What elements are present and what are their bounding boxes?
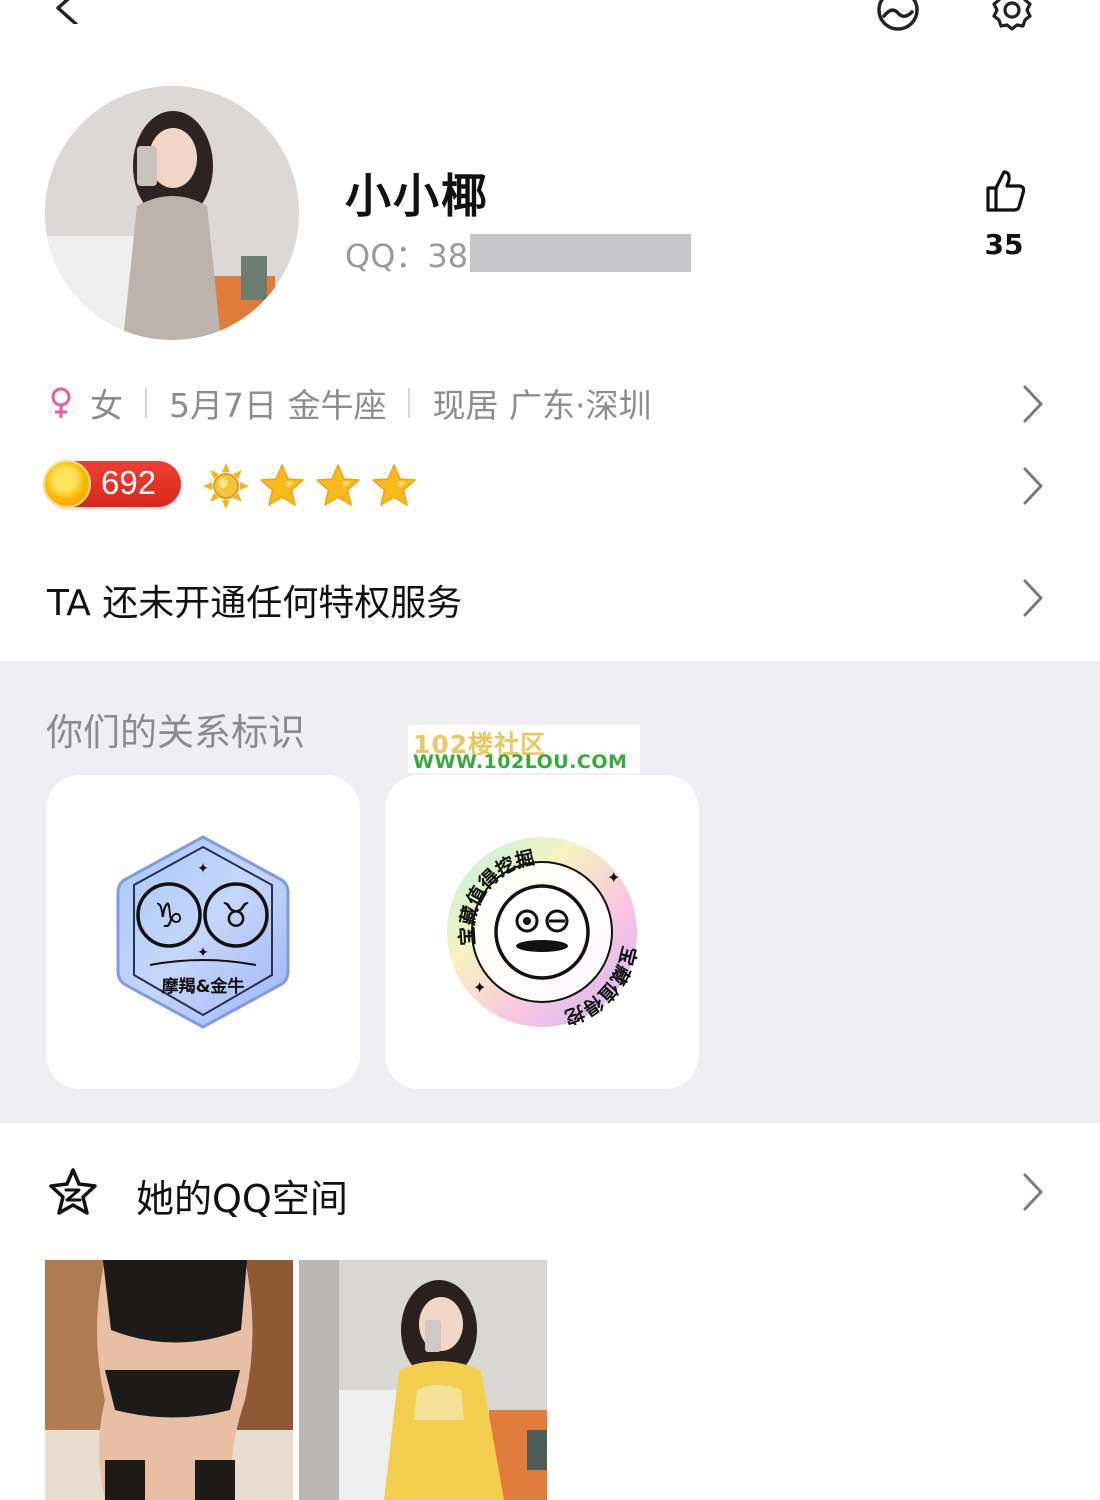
qzone-title[interactable]: 她的QQ空间: [136, 1168, 348, 1223]
coin-icon: [43, 460, 91, 508]
settings-gear-icon[interactable]: [988, 0, 1036, 34]
divider: [145, 388, 147, 418]
level-value: 692: [101, 464, 157, 501]
qzone-photo[interactable]: [299, 1260, 547, 1500]
svg-text:✦: ✦: [197, 861, 209, 877]
back-chevron-icon[interactable]: [50, 0, 84, 24]
qq-label: QQ：: [345, 237, 428, 275]
gender-text: 女: [90, 386, 123, 425]
qzone-photo[interactable]: [45, 1260, 293, 1500]
qzone-photo-image: [45, 1260, 293, 1500]
svg-text:✦: ✦: [197, 945, 209, 961]
treasure-badge: ✦ ✦ 宝藏值得挖掘 宝藏值得挖掘: [375, 757, 641, 1029]
theme-icon[interactable]: [874, 0, 922, 34]
privilege-text[interactable]: TA 还未开通任何特权服务: [47, 574, 462, 626]
svg-text:♑: ♑: [154, 896, 184, 936]
qq-number: QQ：38: [345, 231, 468, 277]
sun-icon: [203, 463, 249, 509]
divider: [408, 388, 411, 418]
svg-text:✦: ✦: [473, 978, 486, 997]
like-count: 35: [984, 228, 1024, 261]
zodiac-badge: ♑ ♉ ✦ ✦: [116, 835, 290, 1029]
location-text: 现居 广东·深圳: [432, 386, 652, 425]
avatar[interactable]: [45, 86, 299, 340]
qq-redaction: [470, 234, 691, 272]
chevron-right-icon[interactable]: [1020, 577, 1046, 619]
star-icon: [372, 464, 416, 506]
level-badge[interactable]: 692: [43, 460, 181, 508]
birthday-text: 5月7日 金牛座: [169, 386, 387, 425]
svg-text:♉: ♉: [221, 896, 251, 936]
profile-info-row[interactable]: 女 5月7日 金牛座 现居 广东·深圳: [48, 380, 651, 426]
site-watermark: 102楼社区 WWW.102LOU.COM: [408, 725, 640, 773]
female-icon: [51, 387, 71, 418]
relationship-title: 你们的关系标识: [46, 711, 305, 754]
qq-value: 38: [427, 237, 469, 275]
watermark-line2: WWW.102LOU.COM: [413, 751, 628, 773]
svg-text:✦: ✦: [607, 868, 620, 887]
chevron-right-icon[interactable]: [1020, 1171, 1046, 1213]
avatar-photo: [45, 86, 299, 340]
chevron-right-icon[interactable]: [1020, 465, 1046, 507]
zodiac-badge-label: 摩羯&金牛: [161, 977, 245, 997]
star-icon: [260, 464, 304, 506]
chevron-right-icon[interactable]: [1020, 383, 1046, 425]
qzone-photo-image: [299, 1260, 547, 1500]
qzone-star-icon[interactable]: [46, 1166, 100, 1220]
treasure-badge-card[interactable]: ✦ ✦ 宝藏值得挖掘 宝藏值得挖掘: [375, 757, 699, 1089]
zodiac-badge-card[interactable]: ♑ ♉ ✦ ✦ 摩羯&金牛: [46, 775, 360, 1089]
thumbs-up-icon[interactable]: [982, 168, 1028, 214]
nickname: 小小椰: [345, 169, 489, 223]
star-icon: [316, 464, 360, 506]
